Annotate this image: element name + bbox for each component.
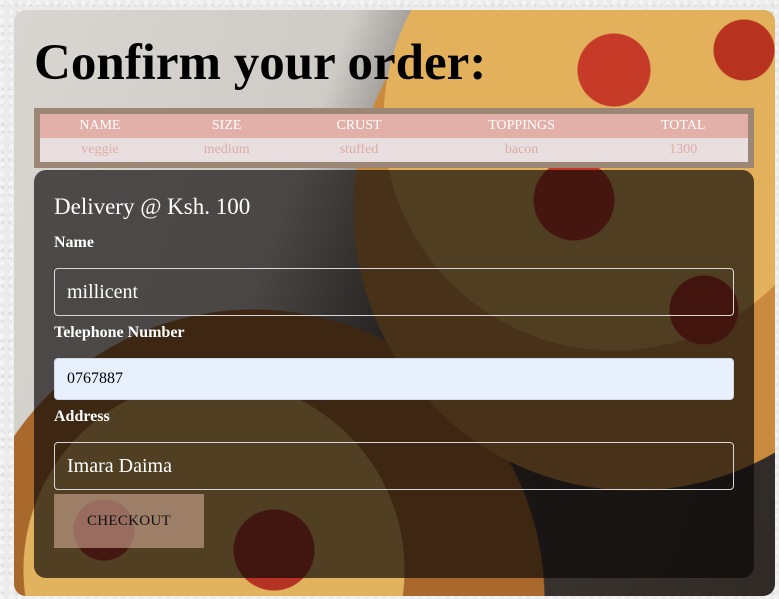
header-toppings: TOPPINGS xyxy=(488,118,555,133)
order-table: NAME SIZE CRUST TOPPINGS TOTAL veggie me… xyxy=(40,114,748,162)
cell-toppings: bacon xyxy=(504,142,539,157)
address-label: Address xyxy=(54,408,110,425)
header-crust: CRUST xyxy=(336,118,382,133)
cell-crust: stuffed xyxy=(339,142,379,157)
cell-size: medium xyxy=(203,142,250,157)
address-input[interactable] xyxy=(54,442,734,490)
checkout-button[interactable]: CHECKOUT xyxy=(54,494,204,548)
cell-total: 1300 xyxy=(669,142,698,157)
cell-name: veggie xyxy=(81,142,119,157)
page-title: Confirm your order: xyxy=(34,35,487,91)
name-label: Name xyxy=(54,234,94,251)
delivery-heading: Delivery @ Ksh. 100 xyxy=(54,194,251,219)
order-summary: NAME SIZE CRUST TOPPINGS TOTAL veggie me… xyxy=(34,108,754,168)
phone-label: Telephone Number xyxy=(54,324,185,341)
delivery-form: Delivery @ Ksh. 100 Name Telephone Numbe… xyxy=(34,170,754,578)
page-frame: Confirm your order: NAME SIZE CRUST TOPP… xyxy=(14,10,775,596)
table-header-row: NAME SIZE CRUST TOPPINGS TOTAL xyxy=(40,114,748,138)
header-name: NAME xyxy=(79,118,121,133)
name-input[interactable] xyxy=(54,268,734,316)
header-size: SIZE xyxy=(211,118,242,133)
header-total: TOTAL xyxy=(660,118,706,133)
phone-input[interactable] xyxy=(54,358,734,400)
table-row: veggie medium stuffed bacon 1300 xyxy=(40,138,748,162)
